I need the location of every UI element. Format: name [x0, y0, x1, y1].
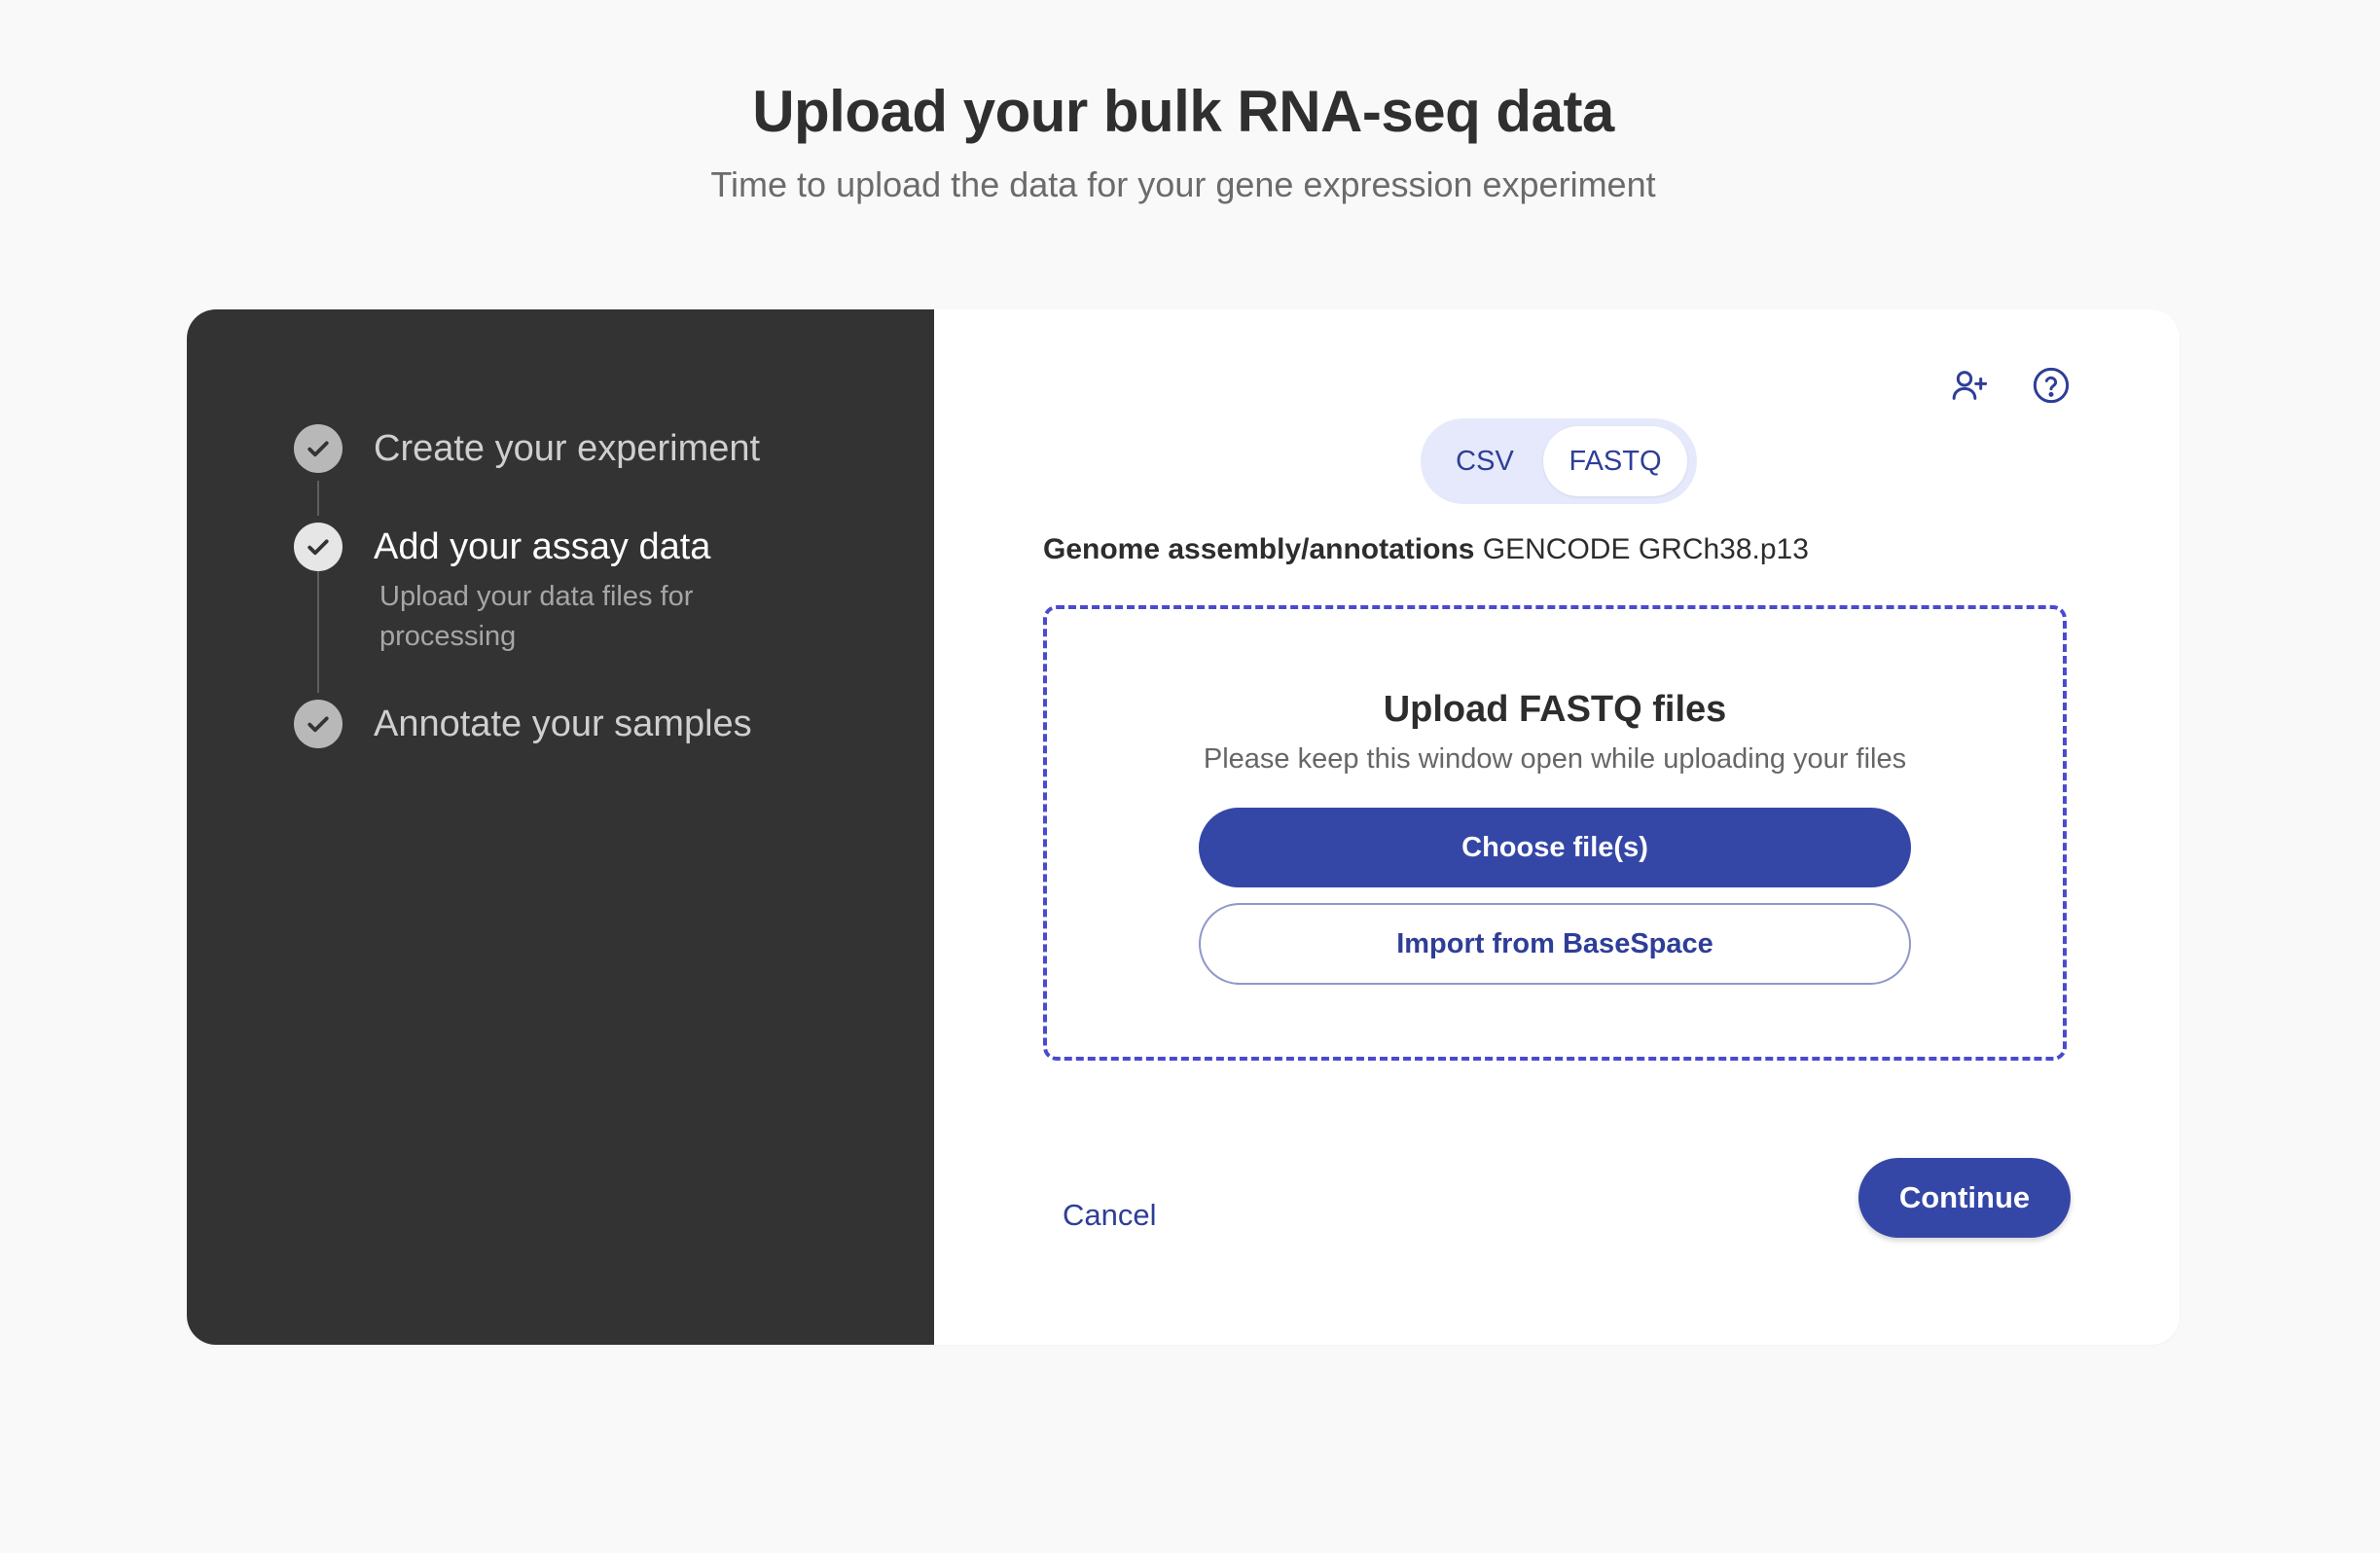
upload-card: Create your experiment Add your assay da…: [187, 309, 2180, 1345]
page-subtitle: Time to upload the data for your gene ex…: [710, 164, 1656, 204]
step-create-experiment: Create your experiment: [294, 424, 760, 473]
toggle-option-fastq[interactable]: FASTQ: [1543, 426, 1687, 496]
step-description: Upload your data files for processing: [379, 581, 694, 652]
main-panel: CSV FASTQ Genome assembly/annotations GE…: [934, 309, 2180, 1345]
genome-info: Genome assembly/annotations GENCODE GRCh…: [1043, 533, 1809, 566]
dropzone-note: Please keep this window open while uploa…: [1203, 743, 1907, 775]
step-annotate-samples: Annotate your samples: [294, 700, 752, 748]
page-header: Upload your bulk RNA-seq data Time to up…: [0, 68, 2366, 210]
genome-value: GENCODE GRCh38.p13: [1482, 533, 1809, 565]
dropzone-title: Upload FASTQ files: [1383, 689, 1727, 730]
step-add-assay-data: Add your assay data Upload your data fil…: [294, 523, 749, 657]
step-title: Annotate your samples: [374, 704, 752, 744]
toolbar-icons: [1948, 364, 2073, 407]
import-basespace-button[interactable]: Import from BaseSpace: [1199, 903, 1911, 985]
check-circle-icon: [294, 523, 343, 571]
toggle-option-csv[interactable]: CSV: [1426, 426, 1543, 496]
format-toggle: CSV FASTQ: [1421, 418, 1697, 504]
add-user-icon[interactable]: [1948, 364, 1991, 407]
cancel-button[interactable]: Cancel: [1043, 1175, 1176, 1255]
check-circle-icon: [294, 700, 343, 748]
choose-files-button[interactable]: Choose file(s): [1199, 808, 1911, 887]
stepper-panel: Create your experiment Add your assay da…: [187, 309, 934, 1345]
step-title: Add your assay data: [374, 526, 711, 567]
genome-label: Genome assembly/annotations: [1043, 533, 1475, 565]
step-connector: [317, 481, 319, 516]
step-title: Create your experiment: [374, 428, 761, 469]
file-dropzone[interactable]: Upload FASTQ files Please keep this wind…: [1043, 605, 2067, 1061]
continue-button[interactable]: Continue: [1858, 1158, 2071, 1238]
page-title: Upload your bulk RNA-seq data: [752, 79, 1614, 144]
help-icon[interactable]: [2030, 364, 2073, 407]
check-circle-icon: [294, 424, 343, 473]
